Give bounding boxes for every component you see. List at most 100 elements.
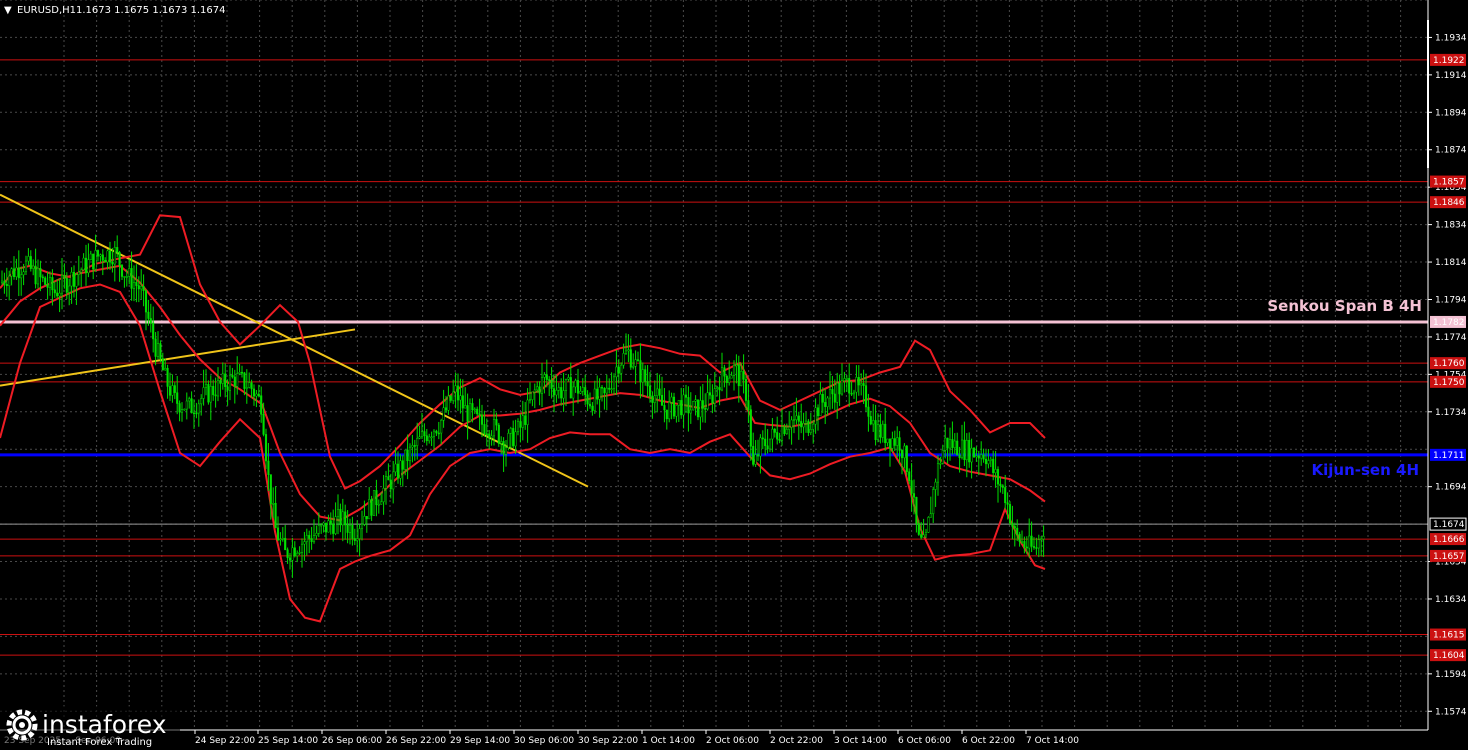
candle-body — [903, 445, 906, 459]
candle-body — [260, 395, 263, 415]
candle-body — [1013, 526, 1016, 529]
x-tick-label: 1 Oct 14:00 — [642, 736, 695, 746]
horizontal-levels — [0, 59, 1428, 656]
collapse-arrow-icon[interactable]: ▼ — [4, 5, 12, 16]
candle-body — [752, 446, 755, 465]
candle-body — [135, 282, 138, 286]
candle-body — [423, 431, 426, 436]
candle-body — [123, 276, 126, 278]
candle-body — [641, 369, 644, 383]
candle-body — [1040, 538, 1043, 541]
candle-body — [118, 252, 121, 266]
candle-body — [15, 267, 18, 277]
candle-body — [656, 388, 659, 396]
candle-body — [320, 524, 323, 527]
candle-body — [300, 543, 304, 553]
x-tick-label: 6 Oct 06:00 — [898, 736, 951, 746]
candle-body — [315, 533, 318, 536]
price-chart[interactable]: 1.19341.19141.18941.18741.18541.18341.18… — [0, 0, 1468, 750]
candle-body — [377, 503, 380, 506]
y-tick-label: 1.1874 — [1435, 146, 1467, 156]
candle-body — [567, 377, 570, 380]
candle-body — [200, 398, 203, 405]
candle-body — [920, 534, 923, 538]
candle-body — [473, 408, 476, 411]
candle-body — [612, 376, 616, 389]
candle-body — [896, 437, 899, 446]
candle-body — [154, 338, 157, 357]
candle-body — [137, 285, 140, 290]
candle-body — [363, 516, 366, 525]
level-badge-label: 1.1846 — [1433, 198, 1465, 208]
candle-body — [329, 520, 332, 525]
candle-body — [718, 387, 721, 391]
candle-body — [932, 489, 935, 514]
candle-body — [857, 377, 860, 386]
candle-body — [526, 399, 529, 425]
candle-body — [970, 447, 973, 463]
candle-body — [620, 364, 623, 374]
candle-body — [120, 265, 124, 277]
candle-body — [886, 438, 889, 444]
candle-body — [401, 460, 404, 470]
candle-body — [1001, 485, 1004, 488]
candle-body — [238, 371, 241, 374]
candle-body — [46, 284, 49, 288]
candle-body — [142, 286, 145, 291]
candle-body — [790, 419, 793, 428]
candle-body — [732, 365, 736, 376]
candle-body — [687, 397, 690, 414]
candle-body — [437, 432, 440, 435]
x-tick-label: 26 Sep 06:00 — [322, 736, 382, 746]
candle-body — [29, 256, 32, 269]
candle-body — [840, 380, 844, 395]
candle-body — [240, 371, 244, 374]
candle-body — [807, 420, 810, 433]
candle-body — [562, 390, 565, 399]
candle-body — [939, 463, 942, 465]
candle-body — [680, 400, 683, 416]
candle-body — [984, 458, 988, 465]
candle-body — [730, 375, 733, 379]
candle-body — [636, 359, 640, 361]
candle-body — [591, 405, 594, 411]
candle-body — [759, 437, 762, 457]
instaforex-logo: instaforex Instant Forex Trading — [0, 706, 180, 750]
candle-body — [692, 401, 695, 411]
candle-body — [269, 474, 272, 505]
candle-body — [663, 405, 666, 411]
x-tick-label: 29 Sep 14:00 — [450, 736, 510, 746]
candle-body — [956, 440, 959, 456]
candle-body — [826, 397, 829, 407]
candle-body — [744, 379, 748, 401]
candle-body — [828, 389, 832, 399]
candle-body — [116, 247, 119, 253]
candle-body — [56, 292, 59, 297]
y-tick-label: 1.1594 — [1435, 670, 1467, 680]
candle-body — [231, 374, 234, 378]
candle-body — [639, 360, 642, 383]
candle-body — [207, 384, 210, 403]
candle-body — [308, 535, 311, 539]
candle-body — [864, 385, 868, 408]
candle-body — [891, 438, 894, 449]
candle-body — [572, 386, 575, 399]
candle-body — [346, 524, 349, 533]
candle-body — [699, 400, 702, 418]
candle-body — [384, 476, 388, 489]
candle-body — [5, 284, 8, 286]
candle-body — [305, 535, 308, 542]
candle-body — [459, 395, 462, 401]
candle-body — [144, 290, 148, 313]
candle-body — [502, 441, 505, 455]
level-badge-label: 1.1750 — [1433, 378, 1465, 388]
candle-body — [569, 377, 572, 399]
candle-body — [77, 271, 80, 275]
candle-body — [84, 257, 88, 274]
candle-body — [881, 423, 884, 438]
candle-body — [485, 433, 488, 436]
candle-body — [651, 395, 654, 403]
candle-body — [668, 402, 671, 420]
candle-body — [540, 377, 544, 394]
candle-body — [267, 460, 270, 475]
